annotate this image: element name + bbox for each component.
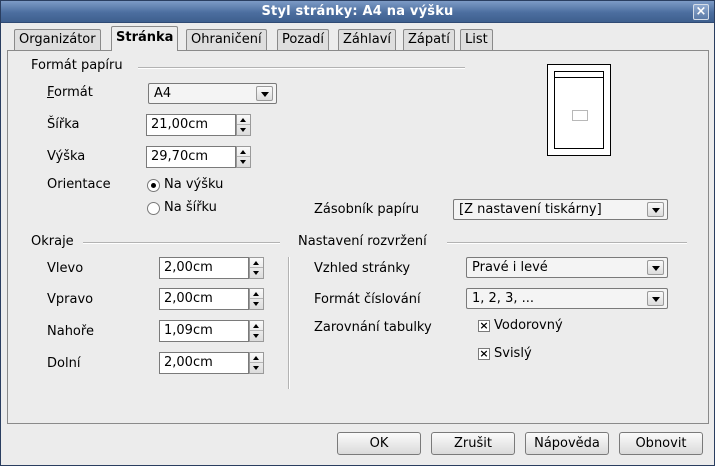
tab-organizer[interactable]: Organizátor — [14, 29, 101, 50]
page-preview-table-icon — [572, 110, 588, 121]
ok-button[interactable]: OK — [337, 432, 421, 455]
landscape-label[interactable]: Na šířku — [164, 200, 217, 215]
tab-footer[interactable]: Zápatí — [403, 29, 455, 50]
page-layout-dropdown[interactable]: Pravé i levé — [466, 257, 668, 278]
spin-up-icon[interactable] — [250, 321, 263, 331]
tab-header[interactable]: Záhlaví — [338, 29, 396, 50]
margin-bottom-spinner[interactable]: 2,00cm — [159, 352, 265, 374]
page-preview-margins — [554, 71, 604, 149]
vertical-label[interactable]: Svislý — [494, 346, 532, 361]
numbering-label: Formát číslování — [314, 292, 421, 307]
section-divider — [138, 67, 465, 69]
spin-down-icon[interactable] — [250, 299, 263, 309]
spin-up-icon[interactable] — [250, 289, 263, 299]
page-layout-value: Pravé i levé — [472, 260, 548, 275]
width-label: Šířka — [47, 117, 80, 132]
tab-borders[interactable]: Ohraničení — [186, 29, 267, 50]
margin-left-label: Vlevo — [47, 261, 84, 276]
margin-right-field[interactable]: 2,00cm — [159, 288, 249, 310]
margin-bottom-label: Dolní — [47, 356, 81, 371]
tab-background[interactable]: Pozadí — [277, 29, 329, 50]
format-value: A4 — [154, 86, 172, 101]
spin-down-icon[interactable] — [237, 157, 250, 167]
help-button[interactable]: Nápověda — [525, 432, 609, 455]
height-label: Výška — [47, 149, 86, 164]
window-title: Styl stránky: A4 na výšku — [261, 4, 454, 19]
width-field[interactable]: 21,00cm — [146, 114, 236, 136]
spin-up-icon[interactable] — [237, 147, 250, 157]
format-label: Formát — [47, 85, 93, 100]
page-layout-label: Vzhled stránky — [314, 261, 411, 276]
margins-section-title: Okraje — [31, 234, 74, 249]
page-preview — [547, 64, 611, 156]
numbering-value: 1, 2, 3, ... — [472, 291, 535, 306]
width-spinner[interactable]: 21,00cm — [146, 114, 252, 136]
landscape-radio[interactable] — [147, 202, 160, 215]
margin-bottom-field[interactable]: 2,00cm — [159, 352, 249, 374]
spin-down-icon[interactable] — [237, 125, 250, 135]
margin-top-field[interactable]: 1,09cm — [159, 320, 249, 342]
spin-up-icon[interactable] — [237, 115, 250, 125]
reset-button[interactable]: Obnovit — [619, 432, 703, 455]
paper-tray-dropdown[interactable]: [Z nastavení tiskárny] — [453, 199, 668, 220]
spin-down-icon[interactable] — [250, 331, 263, 341]
width-spin-buttons[interactable] — [236, 114, 251, 136]
spin-down-icon[interactable] — [250, 363, 263, 373]
spin-down-icon[interactable] — [250, 268, 263, 278]
spin-up-icon[interactable] — [250, 353, 263, 363]
section-vertical-divider — [288, 257, 290, 389]
tab-sheet[interactable]: List — [460, 29, 493, 50]
margin-top-label: Nahoře — [47, 324, 94, 339]
orientation-label: Orientace — [47, 177, 111, 192]
table-align-label: Zarovnání tabulky — [314, 320, 432, 335]
margin-top-spinner[interactable]: 1,09cm — [159, 320, 265, 342]
numbering-dropdown[interactable]: 1, 2, 3, ... — [466, 288, 668, 309]
format-dropdown[interactable]: A4 — [148, 83, 277, 104]
portrait-radio[interactable] — [147, 179, 160, 192]
tab-page[interactable]: Stránka — [111, 26, 179, 51]
margin-bottom-spin-buttons[interactable] — [249, 352, 264, 374]
format-label-mnemonic: F — [47, 85, 55, 100]
margin-left-spin-buttons[interactable] — [249, 257, 264, 279]
chevron-down-icon[interactable] — [256, 86, 273, 101]
chevron-down-icon[interactable] — [647, 260, 664, 275]
horizontal-label[interactable]: Vodorovný — [494, 318, 563, 333]
page-preview-header-line — [555, 77, 603, 78]
paper-format-section-title: Formát papíru — [31, 58, 123, 73]
title-bar[interactable]: Styl stránky: A4 na výšku × — [1, 1, 714, 23]
margin-right-spin-buttons[interactable] — [249, 288, 264, 310]
margin-right-spinner[interactable]: 2,00cm — [159, 288, 265, 310]
margin-right-label: Vpravo — [47, 292, 94, 307]
cancel-button[interactable]: Zrušit — [431, 432, 515, 455]
section-divider — [447, 242, 687, 244]
chevron-down-icon[interactable] — [647, 202, 664, 217]
page-style-dialog: Styl stránky: A4 na výšku × Organizátor … — [0, 0, 715, 466]
layout-section-title: Nastavení rozvržení — [298, 234, 427, 249]
height-spin-buttons[interactable] — [236, 146, 251, 168]
chevron-down-icon[interactable] — [647, 291, 664, 306]
horizontal-checkbox[interactable]: × — [478, 320, 490, 332]
paper-tray-value: [Z nastavení tiskárny] — [459, 202, 602, 217]
margin-left-field[interactable]: 2,00cm — [159, 257, 249, 279]
section-divider — [83, 242, 280, 244]
height-field[interactable]: 29,70cm — [146, 146, 236, 168]
height-spinner[interactable]: 29,70cm — [146, 146, 252, 168]
spin-up-icon[interactable] — [250, 258, 263, 268]
close-icon[interactable]: × — [693, 4, 709, 20]
margin-top-spin-buttons[interactable] — [249, 320, 264, 342]
margin-left-spinner[interactable]: 2,00cm — [159, 257, 265, 279]
portrait-label[interactable]: Na výšku — [164, 177, 223, 192]
paper-tray-label: Zásobník papíru — [314, 202, 420, 217]
format-label-rest: ormát — [54, 85, 93, 100]
vertical-checkbox[interactable]: × — [478, 348, 490, 360]
